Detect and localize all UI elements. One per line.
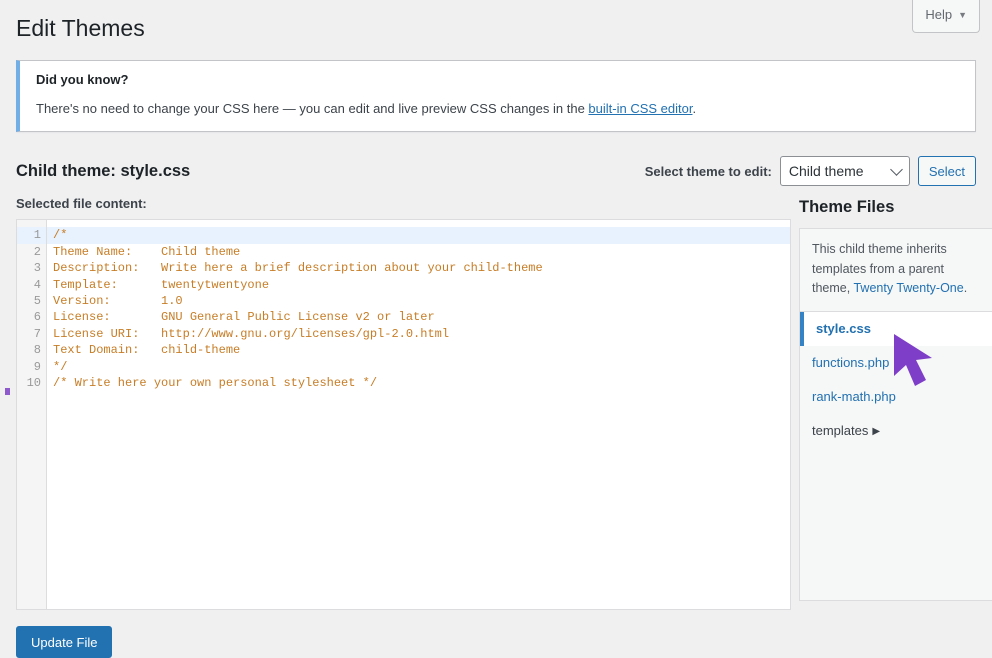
line-number: 8 <box>33 343 41 358</box>
theme-select-dropdown[interactable]: Child theme <box>779 156 910 187</box>
theme-file-link[interactable]: style.css <box>800 312 992 346</box>
code-line[interactable]: Template: twentytwentyone <box>47 277 790 293</box>
theme-file-list: style.css functions.php rank-math.php templ… <box>800 311 992 449</box>
theme-select-form: Select theme to edit: Child theme Select <box>644 156 976 187</box>
folder-label[interactable]: templates ▶ <box>800 414 992 448</box>
code-line[interactable]: */ <box>47 359 790 375</box>
code-line[interactable]: Theme Name: Child theme <box>47 244 790 260</box>
theme-files-panel: This child theme inherits templates from… <box>799 228 992 602</box>
notice-text-before: There's no need to change your CSS here … <box>36 100 589 116</box>
code-line[interactable]: Text Domain: child-theme <box>47 342 790 358</box>
line-number: 5 <box>33 293 41 308</box>
selected-file-content-label: Selected file content: <box>16 196 147 212</box>
theme-file-item-style-css: style.css <box>800 311 992 346</box>
theme-select-value: Child theme <box>788 163 864 180</box>
fileedit-body: Selected file content: 1 2 3 4 5 6 7 8 9 10 /* The… <box>16 196 992 658</box>
triangle-right-icon: ▶ <box>872 426 881 438</box>
notice-body: There's no need to change your CSS here … <box>36 99 963 119</box>
theme-file-link[interactable]: rank-math.php <box>800 380 992 414</box>
help-tab-container: Help ▼ <box>912 0 980 33</box>
theme-file-item-functions-php: functions.php <box>800 346 992 380</box>
built-in-css-editor-link[interactable]: built-in CSS editor <box>588 101 692 116</box>
code-line[interactable]: Version: 1.0 <box>47 293 790 309</box>
code-line[interactable]: License: GNU General Public License v2 o… <box>47 309 790 325</box>
chevron-down-icon <box>889 163 903 177</box>
page-wrap: Edit Themes Did you know? There's no nee… <box>0 0 992 658</box>
line-number: 7 <box>33 326 41 341</box>
code-line[interactable]: /* Write here your own personal styleshe… <box>47 375 790 391</box>
did-you-know-notice: Did you know? There's no need to change … <box>16 59 976 133</box>
notice-title: Did you know? <box>36 71 129 87</box>
edge-annotation-mark <box>5 388 10 395</box>
theme-select-label: Select theme to edit: <box>644 163 772 179</box>
page-title: Edit Themes <box>16 15 145 41</box>
theme-files-title: Theme Files <box>799 198 895 217</box>
line-number: 10 <box>26 375 41 390</box>
code-line[interactable]: Description: Write here a brief descript… <box>47 260 790 276</box>
theme-file-link[interactable]: functions.php <box>800 346 992 380</box>
theme-file-folder: templates ▶ <box>800 414 992 448</box>
parent-theme-link[interactable]: Twenty Twenty-One <box>853 281 963 295</box>
intro-text-after: . <box>963 281 968 296</box>
line-number: 4 <box>33 277 41 292</box>
line-number: 3 <box>33 261 41 276</box>
update-file-button[interactable]: Update File <box>16 626 113 658</box>
line-number-gutter: 1 2 3 4 5 6 7 8 9 10 <box>17 220 47 610</box>
theme-file-item-rank-math-php: rank-math.php <box>800 380 992 414</box>
code-line[interactable]: /* <box>47 227 790 244</box>
fileedit-header: Child theme: style.css Select theme to e… <box>16 156 976 187</box>
select-theme-button[interactable]: Select <box>917 156 976 187</box>
notice-text-after: . <box>692 100 697 116</box>
theme-files-column: Theme Files This child theme inherits te… <box>799 196 992 602</box>
help-label: Help <box>925 7 953 22</box>
theme-files-intro: This child theme inherits templates from… <box>800 229 992 312</box>
chevron-down-icon: ▼ <box>958 10 967 21</box>
help-toggle-button[interactable]: Help ▼ <box>912 0 980 33</box>
line-number: 9 <box>33 359 41 374</box>
line-number: 1 <box>17 227 46 244</box>
line-number: 6 <box>33 310 41 325</box>
line-number: 2 <box>33 244 41 259</box>
submit-row: Update File <box>16 610 791 658</box>
code-editor[interactable]: 1 2 3 4 5 6 7 8 9 10 /* Theme Name: Child theme Des… <box>16 219 791 611</box>
code-line[interactable]: License URI: http://www.gnu.org/licenses… <box>47 326 790 342</box>
file-title: Child theme: style.css <box>16 161 191 180</box>
editor-column: Selected file content: 1 2 3 4 5 6 7 8 9 10 /* The… <box>16 196 791 658</box>
code-area[interactable]: /* Theme Name: Child theme Description: Wr… <box>47 220 790 609</box>
